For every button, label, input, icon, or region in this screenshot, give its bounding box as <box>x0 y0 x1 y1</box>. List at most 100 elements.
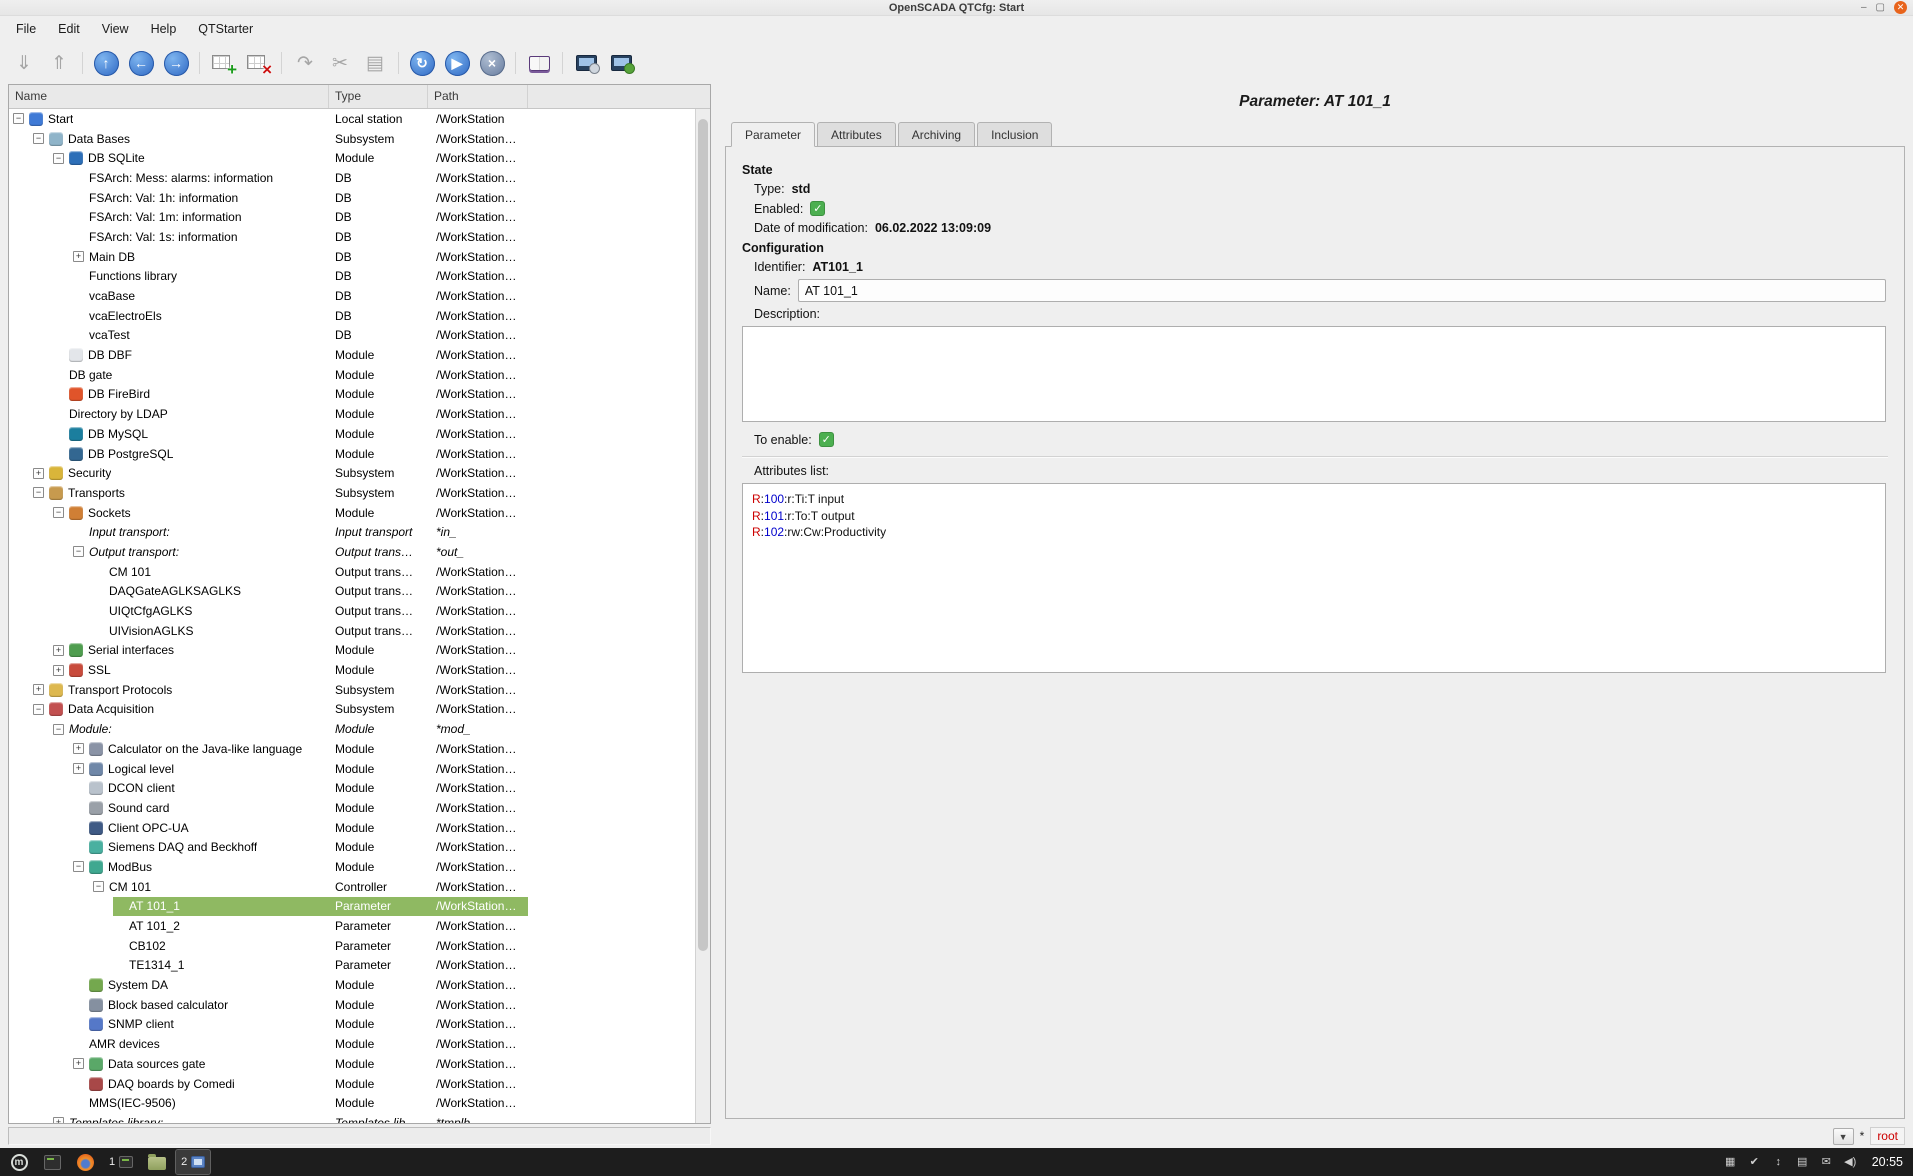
tree-row[interactable]: DB FireBirdModule/WorkStation… <box>9 385 695 405</box>
tree-row[interactable]: Input transport:Input transport*in_ <box>9 522 695 542</box>
tree-scrollbar[interactable] <box>695 109 710 1123</box>
load-from-db-button[interactable]: ⇓ <box>8 47 40 79</box>
tree-row[interactable]: DAQGateAGLKSAGLKSOutput trans…/WorkStati… <box>9 582 695 602</box>
tray-mail-icon[interactable]: ✉ <box>1819 1155 1834 1170</box>
collapse-icon[interactable]: − <box>73 546 84 557</box>
tree-row[interactable]: DB MySQLModule/WorkStation… <box>9 424 695 444</box>
tab-inclusion[interactable]: Inclusion <box>977 122 1052 147</box>
menu-help[interactable]: Help <box>141 19 187 39</box>
add-item-button[interactable]: + <box>207 47 239 79</box>
tree-row[interactable]: DAQ boards by ComediModule/WorkStation… <box>9 1074 695 1094</box>
tree-row[interactable]: FSArch: Val: 1h: informationDB/WorkStati… <box>9 188 695 208</box>
terminal-launcher[interactable] <box>38 1150 66 1174</box>
tree-row[interactable]: Client OPC-UAModule/WorkStation… <box>9 818 695 838</box>
collapse-icon[interactable]: − <box>93 881 104 892</box>
window-button-2[interactable]: 2 <box>176 1150 210 1174</box>
tree-row[interactable]: UIQtCfgAGLKSOutput trans…/WorkStation… <box>9 601 695 621</box>
attribute-item[interactable]: R:100:r:Ti:T input <box>752 491 1876 508</box>
column-header-path[interactable]: Path <box>428 85 528 108</box>
column-header-type[interactable]: Type <box>329 85 428 108</box>
expand-icon[interactable]: + <box>73 763 84 774</box>
qtstarter-vision-button[interactable] <box>605 47 637 79</box>
expand-icon[interactable]: + <box>53 645 64 656</box>
menu-qtstarter[interactable]: QTStarter <box>188 19 263 39</box>
go-back-button[interactable]: ← <box>125 47 157 79</box>
paste-item-button[interactable]: ▤ <box>359 47 391 79</box>
collapse-icon[interactable]: − <box>53 724 64 735</box>
tab-archiving[interactable]: Archiving <box>898 122 975 147</box>
tree-row[interactable]: −TransportsSubsystem/WorkStation… <box>9 483 695 503</box>
tree-row[interactable]: System DAModule/WorkStation… <box>9 975 695 995</box>
tree-row[interactable]: +SecuritySubsystem/WorkStation… <box>9 463 695 483</box>
tree-row[interactable]: SNMP clientModule/WorkStation… <box>9 1015 695 1035</box>
tree-row[interactable]: vcaElectroElsDB/WorkStation… <box>9 306 695 326</box>
expand-icon[interactable]: + <box>73 743 84 754</box>
save-to-db-button[interactable]: ⇑ <box>43 47 75 79</box>
tree-row[interactable]: AMR devicesModule/WorkStation… <box>9 1034 695 1054</box>
tree-row[interactable]: TE1314_1Parameter/WorkStation… <box>9 956 695 976</box>
attribute-item[interactable]: R:101:r:To:T output <box>752 508 1876 525</box>
tree-row[interactable]: +Serial interfacesModule/WorkStation… <box>9 641 695 661</box>
mint-menu-button[interactable]: m <box>5 1150 33 1174</box>
delete-item-button[interactable]: × <box>242 47 274 79</box>
tree-row[interactable]: +Transport ProtocolsSubsystem/WorkStatio… <box>9 680 695 700</box>
user-combo-button[interactable]: ▼ <box>1833 1128 1854 1145</box>
tree-row[interactable]: Functions libraryDB/WorkStation… <box>9 267 695 287</box>
tree-row[interactable]: DB DBFModule/WorkStation… <box>9 345 695 365</box>
collapse-icon[interactable]: − <box>33 487 44 498</box>
stop-button[interactable]: × <box>476 47 508 79</box>
tree-row[interactable]: Directory by LDAPModule/WorkStation… <box>9 404 695 424</box>
refresh-button[interactable]: ↻ <box>406 47 438 79</box>
tree-row[interactable]: +Main DBDB/WorkStation… <box>9 247 695 267</box>
tree-row[interactable]: +Calculator on the Java-like languageMod… <box>9 739 695 759</box>
window-button-1[interactable]: 1 <box>104 1150 138 1174</box>
description-textarea[interactable] <box>742 326 1886 422</box>
tree-row[interactable]: −Data AcquisitionSubsystem/WorkStation… <box>9 700 695 720</box>
tray-clipboard-icon[interactable]: ▤ <box>1795 1155 1810 1170</box>
files-launcher[interactable] <box>143 1150 171 1174</box>
go-up-button[interactable]: ↑ <box>90 47 122 79</box>
tree-row[interactable]: −Data BasesSubsystem/WorkStation… <box>9 129 695 149</box>
tree-row[interactable]: DCON clientModule/WorkStation… <box>9 778 695 798</box>
collapse-icon[interactable]: − <box>33 704 44 715</box>
start-periodic-refresh-button[interactable]: ▶ <box>441 47 473 79</box>
tree-row[interactable]: AT 101_2Parameter/WorkStation… <box>9 916 695 936</box>
firefox-launcher[interactable] <box>71 1150 99 1174</box>
taskbar-clock[interactable]: 20:55 <box>1872 1155 1903 1169</box>
tree-row[interactable]: DB gateModule/WorkStation… <box>9 365 695 385</box>
minimize-icon[interactable]: – <box>1861 1 1867 14</box>
close-icon[interactable]: ✕ <box>1894 1 1907 14</box>
tab-attributes[interactable]: Attributes <box>817 122 896 147</box>
tree-row[interactable]: MMS(IEC-9506)Module/WorkStation… <box>9 1093 695 1113</box>
collapse-icon[interactable]: − <box>73 861 84 872</box>
expand-icon[interactable]: + <box>33 684 44 695</box>
name-input[interactable] <box>798 279 1886 302</box>
tray-update-shield-icon[interactable]: ✔ <box>1747 1155 1762 1170</box>
tree-row[interactable]: −DB SQLiteModule/WorkStation… <box>9 148 695 168</box>
menu-view[interactable]: View <box>92 19 139 39</box>
cut-item-button[interactable]: ✂ <box>324 47 356 79</box>
tree-row[interactable]: Block based calculatorModule/WorkStation… <box>9 995 695 1015</box>
tree-row[interactable]: vcaTestDB/WorkStation… <box>9 326 695 346</box>
tree-row[interactable]: −SocketsModule/WorkStation… <box>9 503 695 523</box>
maximize-icon[interactable]: ▢ <box>1876 1 1885 14</box>
tree-row[interactable]: DB PostgreSQLModule/WorkStation… <box>9 444 695 464</box>
menu-file[interactable]: File <box>6 19 46 39</box>
menu-edit[interactable]: Edit <box>48 19 90 39</box>
expand-icon[interactable]: + <box>73 251 84 262</box>
collapse-icon[interactable]: − <box>33 133 44 144</box>
tree-row[interactable]: +Logical levelModule/WorkStation… <box>9 759 695 779</box>
splitter-handle[interactable] <box>711 84 723 1124</box>
tree-row[interactable]: Sound cardModule/WorkStation… <box>9 798 695 818</box>
column-header-name[interactable]: Name <box>9 85 329 108</box>
tree-row[interactable]: UIVisionAGLKSOutput trans…/WorkStation… <box>9 621 695 641</box>
tray-network-icon[interactable]: ↕ <box>1771 1155 1786 1170</box>
enabled-checkbox[interactable]: ✓ <box>810 201 825 216</box>
tree-row[interactable]: Siemens DAQ and BeckhoffModule/WorkStati… <box>9 837 695 857</box>
tree-row[interactable]: −CM 101Controller/WorkStation… <box>9 877 695 897</box>
tray-keyboard-icon[interactable]: ▦ <box>1723 1155 1738 1170</box>
tree-row[interactable]: −ModBusModule/WorkStation… <box>9 857 695 877</box>
expand-icon[interactable]: + <box>53 665 64 676</box>
to-enable-checkbox[interactable]: ✓ <box>819 432 834 447</box>
tree-scrollbar-thumb[interactable] <box>698 119 708 950</box>
